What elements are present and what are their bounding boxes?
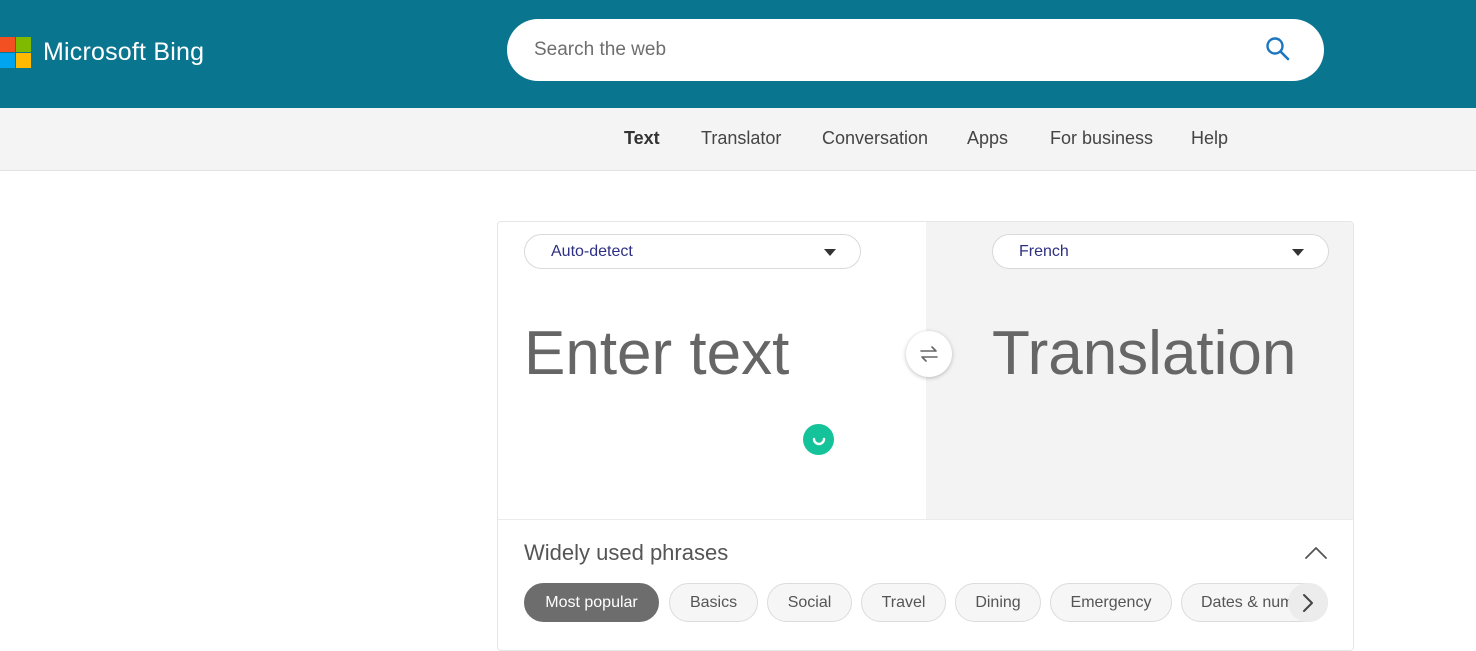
source-text-input[interactable]: Enter text (524, 318, 789, 389)
source-language-select[interactable]: Auto-detect (524, 234, 861, 269)
microsoft-logo-icon (0, 37, 31, 68)
nav-conversation[interactable]: Conversation (822, 128, 928, 149)
nav-text[interactable]: Text (624, 128, 660, 149)
search-icon[interactable] (1265, 36, 1291, 62)
divider (498, 519, 1353, 520)
target-language-select[interactable]: French (992, 234, 1329, 269)
target-language-label: French (1019, 242, 1069, 260)
phrase-category-social[interactable]: Social (767, 583, 852, 622)
translator-card: Auto-detect Enter text French Translatio… (497, 221, 1354, 651)
phrase-category-travel[interactable]: Travel (861, 583, 946, 622)
phrase-category-emergency[interactable]: Emergency (1050, 583, 1172, 622)
grammarly-arc-icon (812, 437, 825, 445)
phrase-category-most-popular[interactable]: Most popular (524, 583, 659, 622)
search-input[interactable] (534, 39, 1234, 61)
search-box (507, 19, 1324, 81)
nav-help[interactable]: Help (1191, 128, 1228, 149)
nav-translator[interactable]: Translator (701, 128, 781, 149)
phrases-title: Widely used phrases (524, 540, 729, 565)
source-language-label: Auto-detect (551, 242, 633, 260)
chevron-right-icon (1303, 593, 1313, 612)
brand-name: Microsoft Bing (43, 38, 205, 66)
swap-arrows-icon (920, 346, 938, 362)
translation-output: Translation (992, 319, 1297, 388)
phrase-category-basics[interactable]: Basics (669, 583, 758, 622)
header: Microsoft Bing (0, 0, 1476, 108)
translation-pane: French Translation (926, 222, 1353, 519)
nav-apps[interactable]: Apps (967, 128, 1008, 149)
dropdown-caret-icon (824, 249, 836, 256)
translator-nav: Text Translator Conversation Apps For bu… (0, 108, 1476, 171)
nav-for-business[interactable]: For business (1050, 128, 1153, 149)
microsoft-bing-logo[interactable]: Microsoft Bing (0, 37, 204, 68)
chevron-up-icon[interactable] (1304, 544, 1328, 562)
swap-languages-button[interactable] (906, 331, 952, 377)
dropdown-caret-icon (1292, 249, 1304, 256)
phrase-category-dining[interactable]: Dining (955, 583, 1041, 622)
scroll-categories-button[interactable] (1288, 583, 1328, 622)
grammarly-icon[interactable] (803, 424, 834, 455)
